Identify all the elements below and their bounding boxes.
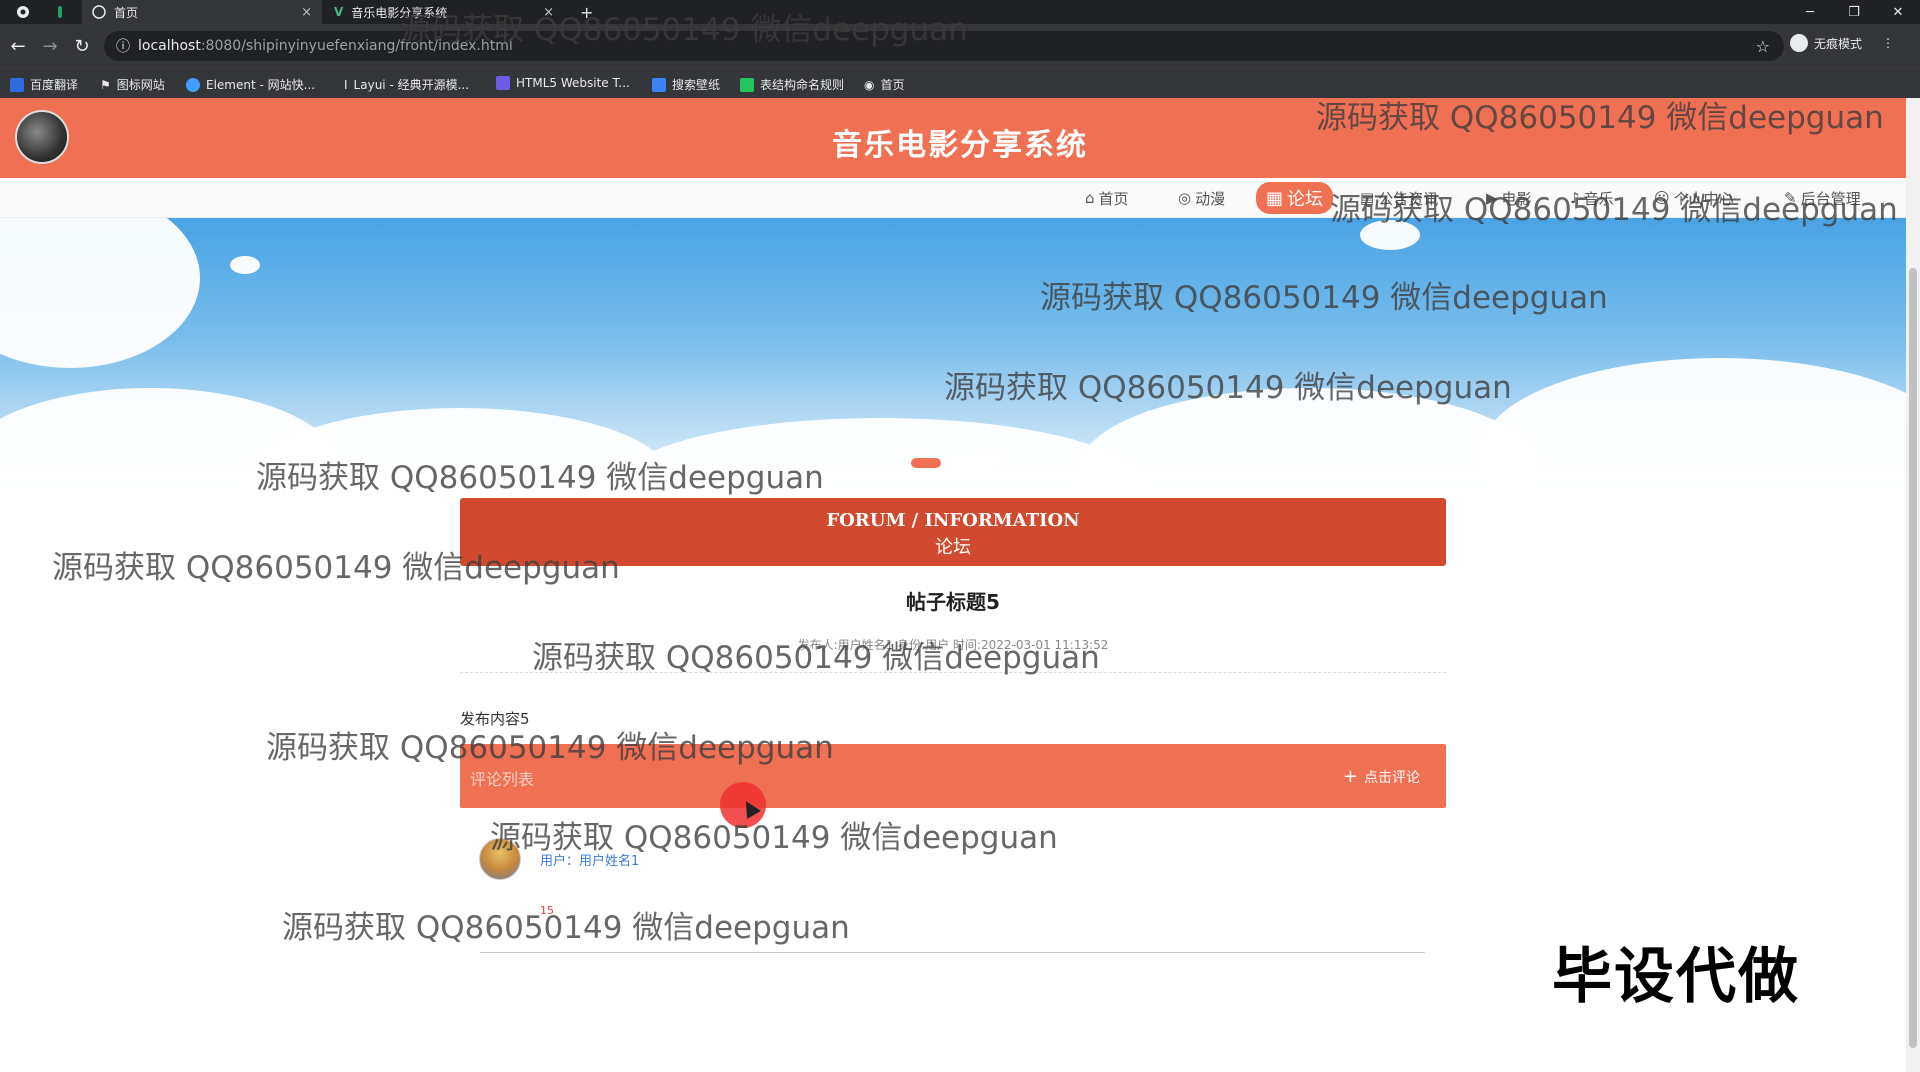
watermark-text: 源码获取 QQ86050149 微信deepguan bbox=[400, 12, 968, 48]
tab-label: 首页 bbox=[114, 5, 139, 20]
forward-icon[interactable]: → bbox=[38, 34, 62, 58]
back-icon[interactable]: ← bbox=[6, 34, 30, 58]
forum-icon: ▦ bbox=[1266, 187, 1284, 209]
watermark-text: 源码获取 QQ86050149 微信deepguan bbox=[490, 820, 1058, 856]
incognito-label: 无痕模式 bbox=[1814, 36, 1863, 51]
browser-app-icon[interactable] bbox=[6, 0, 40, 24]
watermark-text: 源码获取 QQ86050149 微信deepguan bbox=[52, 550, 620, 586]
watermark-text: 源码获取 QQ86050149 微信deepguan bbox=[266, 730, 834, 766]
incognito-icon bbox=[1790, 34, 1808, 52]
url-host: localhost bbox=[138, 38, 201, 54]
bookmark-item[interactable]: HTML5 Website T... bbox=[496, 76, 630, 90]
close-icon[interactable]: × bbox=[301, 5, 312, 20]
plus-icon: + bbox=[1342, 766, 1358, 787]
nav-home[interactable]: ⌂ 首页 bbox=[1075, 186, 1139, 210]
page-scrollbar[interactable] bbox=[1906, 98, 1920, 1072]
incognito-indicator[interactable]: 无痕模式 ⋮ bbox=[1790, 34, 1894, 52]
add-comment-button[interactable]: + 点击评论 bbox=[1343, 766, 1420, 787]
bookmark-item[interactable]: Ⅰ Layui - 经典开源模... bbox=[344, 76, 469, 93]
home-icon: ⌂ bbox=[1085, 189, 1095, 207]
anime-icon: ◎ bbox=[1178, 189, 1192, 207]
vue-icon: V bbox=[334, 5, 344, 19]
carousel-dot[interactable] bbox=[911, 458, 941, 468]
home-icon: ◉ bbox=[864, 77, 875, 92]
globe-icon bbox=[92, 5, 106, 19]
info-icon: ⓘ bbox=[116, 39, 130, 55]
watermark-text: 源码获取 QQ86050149 微信deepguan bbox=[1316, 100, 1884, 136]
wallpaper-icon bbox=[652, 77, 666, 92]
bookmark-item[interactable]: 表结构命名规则 bbox=[740, 76, 844, 93]
layui-icon: Ⅰ bbox=[344, 77, 348, 92]
table-icon bbox=[740, 77, 754, 92]
watermark-text: 源码获取 QQ86050149 微信deepguan bbox=[256, 460, 824, 496]
cloud-shape bbox=[230, 256, 260, 274]
comment-list-label: 评论列表 bbox=[470, 770, 535, 789]
reload-icon[interactable]: ↻ bbox=[70, 34, 94, 58]
watermark-text: 源码获取 QQ86050149 微信deepguan bbox=[282, 910, 850, 946]
element-icon bbox=[186, 77, 200, 92]
nav-anime[interactable]: ◎ 动漫 bbox=[1168, 186, 1235, 210]
forum-header-en: FORUM / INFORMATION bbox=[826, 510, 1080, 531]
cloud-shape bbox=[1480, 358, 1906, 488]
carousel-dot[interactable] bbox=[947, 458, 967, 468]
watermark-text: 源码获取 QQ86050149 微信deepguan bbox=[1040, 280, 1608, 316]
html5-icon bbox=[496, 76, 510, 90]
scroll-thumb[interactable] bbox=[1909, 268, 1917, 1048]
banner-carousel[interactable] bbox=[0, 218, 1906, 488]
corner-watermark: 毕设代做 bbox=[1552, 942, 1800, 1012]
cloud-shape bbox=[0, 218, 200, 368]
watermark-text: 源码获取 QQ86050149 微信deepguan bbox=[944, 370, 1512, 406]
bookmark-item[interactable]: ⚑ 图标网站 bbox=[100, 76, 165, 93]
window-close-icon[interactable]: ✕ bbox=[1876, 0, 1920, 24]
post-title: 帖子标题5 bbox=[906, 590, 1000, 614]
divider bbox=[480, 952, 1425, 953]
bookmark-item[interactable]: 搜索壁纸 bbox=[652, 76, 720, 93]
minimize-icon[interactable]: ─ bbox=[1788, 0, 1832, 24]
translate-icon bbox=[10, 77, 24, 92]
bookmark-item[interactable]: ◉ 首页 bbox=[864, 76, 905, 93]
watermark-text: 源码获取 QQ86050149 微信deepguan bbox=[1330, 192, 1898, 228]
pinned-tab-icon[interactable] bbox=[48, 0, 72, 24]
bookmark-item[interactable]: 百度翻译 bbox=[10, 76, 78, 93]
bookmark-item[interactable]: Element - 网站快... bbox=[186, 76, 315, 93]
tab-home[interactable]: 首页 × bbox=[82, 0, 322, 24]
watermark-text: 源码获取 QQ86050149 微信deepguan bbox=[532, 640, 1100, 676]
nav-forum[interactable]: ▦ 论坛 bbox=[1256, 182, 1334, 214]
carousel-indicators bbox=[905, 454, 999, 472]
menu-icon[interactable]: ⋮ bbox=[1882, 36, 1894, 50]
star-icon[interactable]: ☆ bbox=[1756, 37, 1770, 56]
flag-icon: ⚑ bbox=[100, 77, 111, 92]
carousel-dot[interactable] bbox=[973, 458, 993, 468]
restore-icon[interactable]: ❐ bbox=[1832, 0, 1876, 24]
